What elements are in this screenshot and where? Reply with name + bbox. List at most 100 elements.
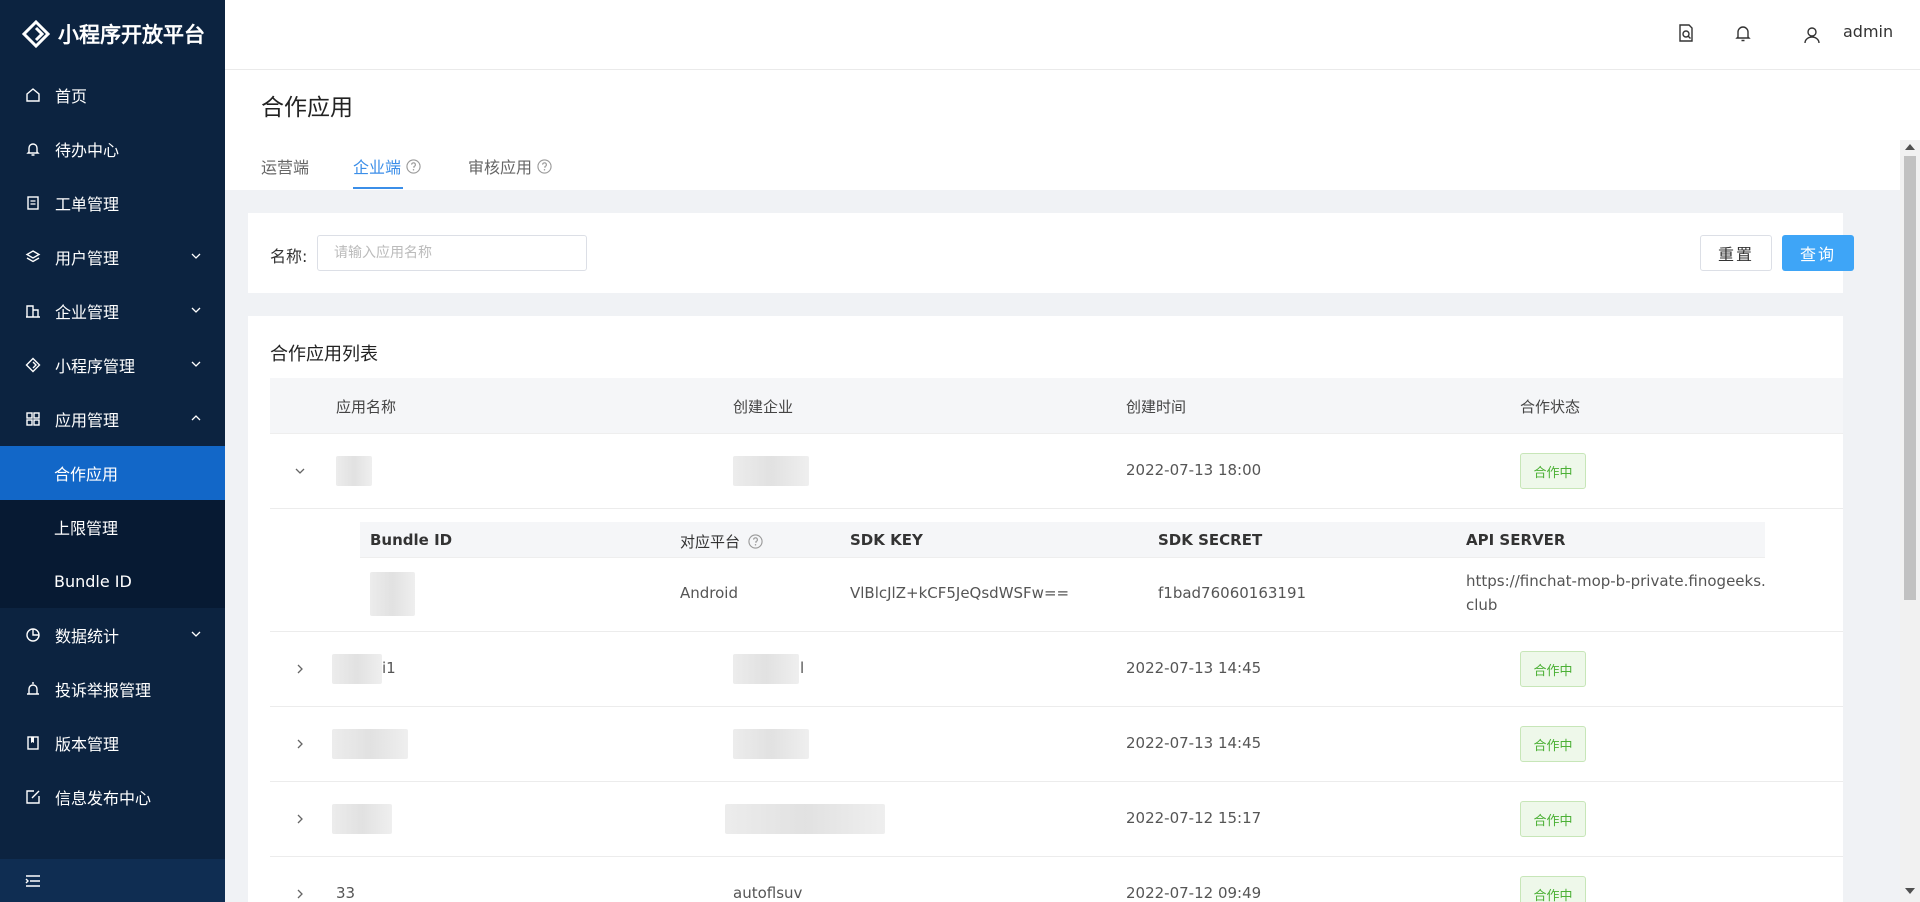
table-row[interactable]: 33 autoflsuv 2022-07-12 09:49 合作中	[270, 857, 1843, 902]
column-header: 创建时间	[1126, 398, 1187, 416]
sidebar-item-label: 投诉举报管理	[55, 681, 152, 700]
partner-app-list-card: 合作应用列表 应用名称 创建企业 创建时间 合作状态 2022-07-13 18…	[248, 316, 1843, 902]
sidebar-collapse-button[interactable]	[0, 859, 225, 902]
sidebar-item-tickets[interactable]: 工单管理	[0, 176, 225, 230]
expand-row-icon[interactable]	[292, 811, 308, 827]
pie-chart-icon	[24, 626, 42, 644]
status-badge: 合作中	[1520, 726, 1586, 762]
column-header: Bundle ID	[370, 531, 453, 549]
help-icon	[406, 158, 421, 174]
table-row[interactable]: i1 l 2022-07-13 14:45 合作中	[270, 632, 1843, 707]
sidebar-item-versions[interactable]: 版本管理	[0, 716, 225, 770]
page-title: 合作应用	[261, 95, 353, 121]
bell-icon[interactable]	[1732, 22, 1754, 44]
table-row[interactable]: 2022-07-13 14:45 合作中	[270, 707, 1843, 782]
help-icon	[537, 158, 552, 174]
created-time: 2022-07-12 15:17	[1126, 809, 1262, 827]
active-tab-indicator	[353, 187, 403, 189]
sidebar-item-enterprise[interactable]: 企业管理	[0, 284, 225, 338]
sidebar-item-miniprogram[interactable]: 小程序管理	[0, 338, 225, 392]
subtable-header: Bundle ID 对应平台 SDK KEY SDK SECRET API SE…	[360, 522, 1765, 558]
scroll-up-arrow[interactable]	[1905, 144, 1915, 150]
created-time: 2022-07-13 18:00	[1126, 461, 1262, 479]
tab-operator[interactable]: 运营端	[261, 154, 309, 178]
menu-fold-icon	[25, 874, 40, 887]
chevron-down-icon	[191, 253, 201, 259]
sidebar-item-label: 用户管理	[55, 249, 120, 268]
sidebar-item-label: 版本管理	[55, 735, 120, 754]
created-time: 2022-07-13 14:45	[1126, 659, 1262, 677]
app-title: 小程序开放平台	[58, 23, 205, 47]
sidebar-subitem-bundle-id[interactable]: Bundle ID	[0, 554, 225, 608]
tab-label: 运营端	[261, 158, 310, 177]
sidebar: 小程序开放平台 首页 待办中心 工单管理 用户管理 企业管理 小程序管理 应用管…	[0, 0, 225, 902]
tab-label: 审核应用	[468, 158, 533, 177]
expand-row-icon[interactable]	[292, 886, 308, 902]
collapse-row-icon[interactable]	[292, 463, 308, 479]
created-time: 2022-07-13 14:45	[1126, 734, 1262, 752]
sidebar-item-label: 待办中心	[55, 141, 120, 160]
logo-icon	[22, 20, 50, 48]
top-header: admin	[225, 0, 1920, 70]
expand-row-icon[interactable]	[292, 661, 308, 677]
sidebar-item-publish[interactable]: 信息发布中心	[0, 770, 225, 824]
table-row[interactable]: 2022-07-12 15:17 合作中	[270, 782, 1843, 857]
name-label: 名称:	[270, 247, 308, 266]
book-icon	[24, 734, 42, 752]
redacted-app-name	[332, 804, 392, 834]
sidebar-item-label: 应用管理	[55, 411, 120, 430]
company: l	[800, 659, 805, 677]
user-icon[interactable]	[1801, 24, 1823, 46]
sidebar-item-stats[interactable]: 数据统计	[0, 608, 225, 662]
user-name[interactable]: admin	[1843, 22, 1893, 41]
sidebar-item-label: 首页	[55, 87, 88, 106]
tab-enterprise[interactable]: 企业端	[353, 154, 421, 178]
grid-icon	[24, 410, 42, 428]
scroll-down-arrow[interactable]	[1905, 888, 1915, 894]
reset-button[interactable]: 重置	[1700, 235, 1772, 271]
column-header: API SERVER	[1466, 531, 1566, 549]
edit-icon	[24, 788, 42, 806]
status-badge: 合作中	[1520, 876, 1586, 902]
redacted-company	[733, 456, 809, 486]
layers-icon	[24, 248, 42, 266]
column-header: 创建企业	[733, 398, 794, 416]
sidebar-item-complaints[interactable]: 投诉举报管理	[0, 662, 225, 716]
sidebar-item-todo[interactable]: 待办中心	[0, 122, 225, 176]
chevron-down-icon	[191, 631, 201, 637]
column-header: SDK KEY	[850, 531, 923, 549]
api-server-line2: club	[1466, 596, 1498, 614]
list-title: 合作应用列表	[270, 344, 378, 365]
column-header-platform: 对应平台	[680, 531, 763, 552]
sidebar-item-home[interactable]: 首页	[0, 68, 225, 122]
page-scrollbar[interactable]	[1900, 140, 1920, 902]
sidebar-subitem-limit[interactable]: 上限管理	[0, 500, 225, 554]
sidebar-item-users[interactable]: 用户管理	[0, 230, 225, 284]
redacted-company	[733, 654, 799, 684]
app-detail-subtable: Bundle ID 对应平台 SDK KEY SDK SECRET API SE…	[270, 510, 1843, 632]
status-badge: 合作中	[1520, 453, 1586, 489]
sidebar-item-label: 小程序管理	[55, 357, 136, 376]
chevron-down-icon	[191, 361, 201, 367]
clipboard-icon	[24, 194, 42, 212]
status-badge: 合作中	[1520, 801, 1586, 837]
redacted-app-name	[332, 729, 408, 759]
tab-review[interactable]: 审核应用	[468, 154, 552, 178]
query-button[interactable]: 查询	[1782, 235, 1854, 271]
sidebar-item-apps[interactable]: 应用管理	[0, 392, 225, 446]
sidebar-subitem-partner-apps[interactable]: 合作应用	[0, 446, 225, 500]
column-header: 对应平台	[680, 533, 741, 551]
table-row[interactable]: 2022-07-13 18:00 合作中	[270, 434, 1843, 509]
filter-card: 名称: 重置 查询	[248, 213, 1854, 293]
app-name: i1	[382, 659, 396, 677]
expand-row-icon[interactable]	[292, 736, 308, 752]
diamond-icon	[24, 356, 42, 374]
sidebar-item-label: 数据统计	[55, 627, 120, 646]
app-name-input[interactable]	[317, 235, 587, 271]
scroll-thumb[interactable]	[1904, 156, 1916, 600]
document-search-icon[interactable]	[1675, 22, 1697, 44]
redacted-app-name	[336, 456, 372, 486]
sidebar-item-label: 企业管理	[55, 303, 120, 322]
sidebar-item-label: 信息发布中心	[55, 789, 152, 808]
app-logo[interactable]: 小程序开放平台	[0, 0, 225, 68]
